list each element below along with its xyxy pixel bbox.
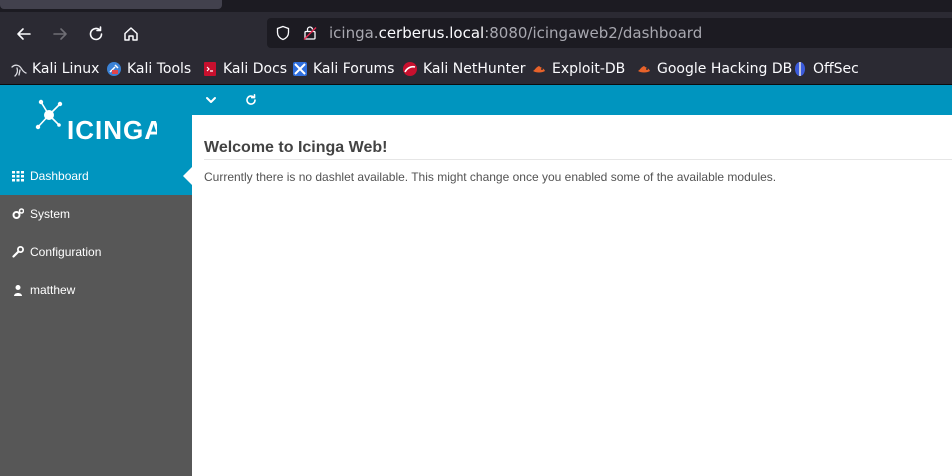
- icinga-logo[interactable]: ICINGA icinga: [0, 85, 192, 157]
- title-divider: [204, 159, 952, 160]
- bookmark-exploit-db[interactable]: Exploit-DB: [531, 60, 625, 78]
- nav-item-system[interactable]: System: [0, 195, 192, 233]
- bookmarks-toolbar: Kali Linux Kali Tools Kali Docs Kali For…: [0, 54, 952, 85]
- icinga-sidebar: ICINGA icinga Dashboard System Configura…: [0, 85, 192, 476]
- kali-dragon-icon: [11, 64, 27, 77]
- offsec-icon: [795, 62, 805, 76]
- forward-arrow-icon: [53, 28, 67, 40]
- bookmark-kali-nethunter[interactable]: Kali NetHunter: [402, 60, 525, 78]
- forward-button[interactable]: [47, 21, 73, 47]
- browser-toolbar: icinga.cerberus.local:8080/icingaweb2/da…: [0, 12, 952, 54]
- user-icon: [14, 285, 22, 296]
- bookmark-kali-linux[interactable]: Kali Linux: [11, 60, 99, 78]
- exploit-db-icon: [533, 66, 545, 73]
- reload-icon: [89, 26, 103, 41]
- refresh-icon[interactable]: [244, 93, 258, 107]
- nav-item-configuration[interactable]: Configuration: [0, 233, 192, 271]
- nav-item-dashboard[interactable]: Dashboard: [0, 157, 192, 195]
- bookmark-offsec[interactable]: OffSec: [792, 60, 859, 78]
- bookmark-label: Exploit-DB: [552, 61, 626, 77]
- bookmark-label: Kali Forums: [313, 61, 395, 77]
- empty-dashboard-message: Currently there is no dashlet available.…: [204, 170, 777, 184]
- browser-tab-strip: [0, 0, 952, 12]
- bookmark-label: Kali Docs: [223, 61, 288, 77]
- back-button[interactable]: [11, 21, 37, 47]
- chevron-down-icon[interactable]: [204, 93, 218, 107]
- kali-tools-icon: [107, 62, 121, 76]
- bookmark-label: Kali Linux: [32, 61, 100, 77]
- bookmark-label: Kali Tools: [127, 61, 192, 77]
- bookmark-label: Kali NetHunter: [423, 61, 526, 77]
- icinga-logo-mark: ICINGA: [35, 99, 157, 145]
- nav-label: System: [30, 207, 71, 221]
- bookmark-kali-tools[interactable]: Kali Tools: [106, 60, 191, 78]
- bookmark-kali-forums[interactable]: Kali Forums: [292, 60, 394, 78]
- page-title: Welcome to Icinga Web!: [204, 139, 388, 156]
- url-prefix: icinga.: [329, 24, 379, 42]
- url-host: cerberus.local: [378, 24, 485, 42]
- wrench-icon: [12, 246, 24, 258]
- shield-icon[interactable]: [275, 25, 291, 41]
- insecure-page-icon[interactable]: [302, 25, 318, 41]
- icinga-header-bar: [192, 85, 952, 115]
- cogs-icon: [12, 208, 24, 219]
- nav-item-user[interactable]: matthew: [0, 271, 192, 309]
- ghdb-icon: [638, 66, 650, 73]
- reload-button[interactable]: [83, 21, 109, 47]
- nav-label: matthew: [30, 283, 76, 297]
- kali-forums-icon: [293, 62, 307, 76]
- svg-text:ICINGA: ICINGA: [67, 115, 157, 145]
- browser-tab[interactable]: [0, 0, 222, 9]
- url-path: :8080/icingaweb2/dashboard: [484, 24, 703, 42]
- main-navigation: Dashboard System Configuration matthew: [0, 157, 192, 309]
- bookmark-kali-docs[interactable]: Kali Docs: [202, 60, 287, 78]
- nav-label: Configuration: [30, 245, 102, 259]
- home-icon: [124, 27, 138, 41]
- nethunter-icon: [403, 62, 417, 76]
- nav-label: Dashboard: [30, 169, 89, 183]
- bookmark-label: OffSec: [813, 61, 859, 77]
- address-bar[interactable]: icinga.cerberus.local:8080/icingaweb2/da…: [267, 18, 952, 48]
- grid-icon: [12, 171, 24, 182]
- bookmark-label: Google Hacking DB: [657, 61, 793, 77]
- home-button[interactable]: [118, 21, 144, 47]
- kali-docs-icon: [204, 62, 216, 76]
- dashboard-content: Welcome to Icinga Web! Currently there i…: [192, 115, 952, 476]
- bookmark-google-hacking-db[interactable]: Google Hacking DB: [636, 60, 792, 78]
- url-text[interactable]: icinga.cerberus.local:8080/icingaweb2/da…: [329, 24, 702, 42]
- back-arrow-icon: [17, 28, 31, 40]
